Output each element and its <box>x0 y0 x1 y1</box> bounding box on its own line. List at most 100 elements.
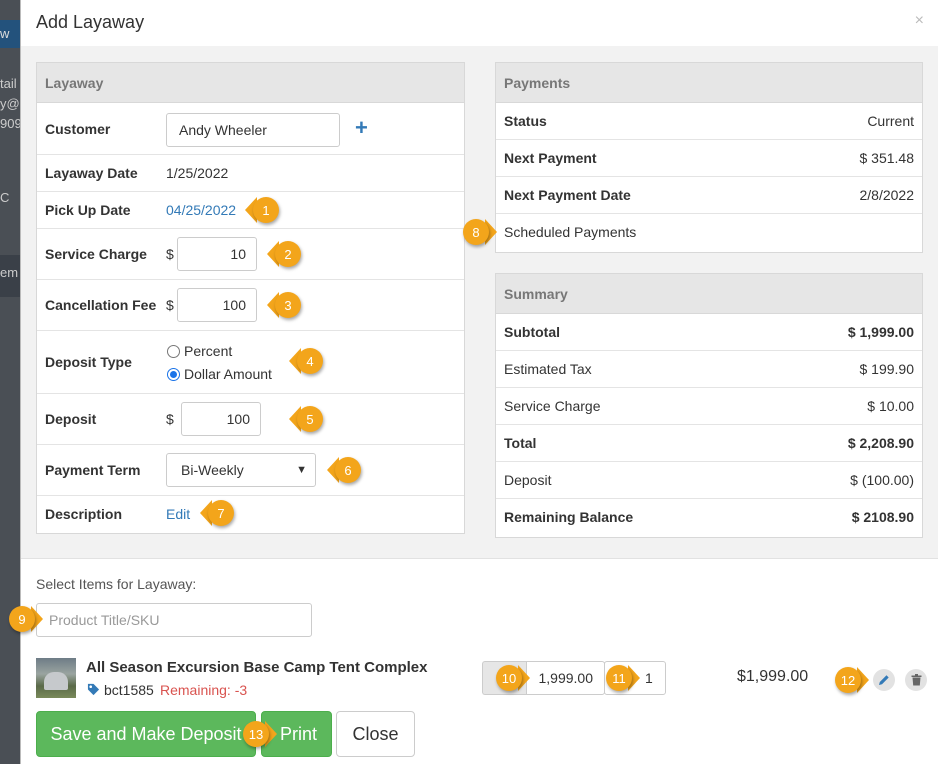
callout-2: 2 <box>267 241 301 267</box>
payment-term-label: Payment Term <box>45 462 141 478</box>
summary-row: Service Charge $ 10.00 <box>496 388 922 425</box>
price-input[interactable]: 1,999.00 <box>526 661 605 695</box>
background-text: w <box>0 26 10 41</box>
product-search-input[interactable]: Product Title/SKU <box>36 603 312 637</box>
cancellation-fee-row: Cancellation Fee $ 3 <box>37 280 464 331</box>
layaway-panel: Layaway Customer + Layaway Date 1/25/202… <box>36 62 465 534</box>
currency-symbol: $ <box>166 246 174 262</box>
payment-term-select[interactable]: Bi-Weekly ▼ <box>166 453 316 487</box>
summary-row: Subtotal $ 1,999.00 <box>496 314 922 351</box>
callout-7: 7 <box>200 500 234 526</box>
status-label: Status <box>504 113 547 129</box>
deposit-summary-value: $ (100.00) <box>850 472 914 488</box>
callout-number: 11 <box>606 665 632 691</box>
cancellation-fee-input[interactable] <box>177 288 257 322</box>
next-payment-label: Next Payment <box>504 150 597 166</box>
service-charge-input[interactable] <box>177 237 257 271</box>
currency-symbol: $ <box>166 297 174 313</box>
total-value: $ 2,208.90 <box>847 435 914 451</box>
edit-item-button[interactable] <box>873 669 895 691</box>
background-text: 909 <box>0 116 20 131</box>
payment-term-selected: Bi-Weekly <box>181 462 244 478</box>
cancellation-fee-label: Cancellation Fee <box>45 297 157 313</box>
layaway-date-value: 1/25/2022 <box>166 165 229 181</box>
currency-symbol: $ <box>166 411 174 427</box>
save-and-make-deposit-button[interactable]: Save and Make Deposit <box>36 711 256 757</box>
subtotal-label: Subtotal <box>504 324 560 340</box>
delete-item-button[interactable] <box>905 669 927 691</box>
callout-number: 7 <box>208 500 234 526</box>
next-payment-value: $ 351.48 <box>859 150 915 166</box>
percent-radio[interactable] <box>167 344 180 358</box>
pickup-date-label: Pick Up Date <box>45 202 131 218</box>
modal-title: Add Layaway <box>36 12 145 32</box>
deposit-type-percent-option[interactable]: Percent <box>167 343 232 359</box>
add-layaway-modal: Add Layaway × Layaway Customer + Layaway… <box>9 0 938 764</box>
background-text: C <box>0 190 10 205</box>
summary-panel-header: Summary <box>496 274 922 314</box>
pickup-date-link[interactable]: 04/25/2022 <box>166 202 236 218</box>
background-nav-bar: w <box>0 20 20 48</box>
background-page: w tail y@ 909 C em <box>0 0 20 764</box>
callout-number: 13 <box>243 721 269 747</box>
summary-row: Remaining Balance $ 2108.90 <box>496 499 922 536</box>
chevron-down-icon: ▼ <box>296 464 307 476</box>
callout-8: 8 <box>463 219 497 245</box>
service-charge-row: Service Charge $ 2 <box>37 229 464 280</box>
deposit-label: Deposit <box>45 411 97 427</box>
tag-icon <box>87 683 100 696</box>
callout-number: 1 <box>253 197 279 223</box>
deposit-type-label: Deposit Type <box>45 354 132 370</box>
customer-row: Customer + <box>37 103 464 155</box>
deposit-input[interactable] <box>181 402 261 436</box>
status-row: Status Current <box>496 103 922 140</box>
deposit-row: Deposit $ 5 <box>37 394 464 445</box>
add-customer-icon[interactable]: + <box>355 115 368 141</box>
callout-1: 1 <box>245 197 279 223</box>
dollar-amount-radio-label: Dollar Amount <box>184 366 272 382</box>
pickup-date-row: Pick Up Date 04/25/2022 1 <box>37 192 464 229</box>
deposit-type-dollar-option[interactable]: Dollar Amount <box>167 366 272 382</box>
select-items-label: Select Items for Layaway: <box>36 576 197 592</box>
payment-term-row: Payment Term Bi-Weekly ▼ 6 <box>37 445 464 496</box>
callout-number: 5 <box>297 406 323 432</box>
remaining-balance-value: $ 2108.90 <box>851 509 914 525</box>
background-row: em <box>0 255 20 297</box>
summary-row: Total $ 2,208.90 <box>496 425 922 462</box>
estimated-tax-label: Estimated Tax <box>504 361 592 377</box>
pencil-icon <box>879 675 889 685</box>
percent-radio-label: Percent <box>184 343 233 359</box>
payments-panel: Payments Status Current Next Payment $ 3… <box>495 62 923 253</box>
service-charge-summary-value: $ 10.00 <box>867 398 914 414</box>
customer-input[interactable] <box>166 113 340 147</box>
close-button[interactable]: Close <box>336 711 415 757</box>
remaining-balance-label: Remaining Balance <box>504 509 634 525</box>
service-charge-summary-label: Service Charge <box>504 398 601 414</box>
callout-number: 10 <box>496 665 522 691</box>
callout-4: 4 <box>289 348 323 374</box>
tent-image <box>44 672 68 690</box>
customer-label: Customer <box>45 121 111 137</box>
total-label: Total <box>504 435 537 451</box>
trash-icon <box>911 674 921 686</box>
deposit-summary-label: Deposit <box>504 472 552 488</box>
service-charge-label: Service Charge <box>45 246 147 262</box>
status-value: Current <box>867 113 914 129</box>
next-payment-date-label: Next Payment Date <box>504 187 631 203</box>
dollar-amount-radio[interactable] <box>167 367 180 381</box>
product-remaining: Remaining: -3 <box>160 682 248 698</box>
scheduled-payments-link[interactable]: Scheduled Payments <box>504 224 636 240</box>
scheduled-payments-row: Scheduled Payments <box>496 214 922 251</box>
line-total: $1,999.00 <box>737 668 809 685</box>
summary-row: Deposit $ (100.00) <box>496 462 922 499</box>
estimated-tax-value: $ 199.90 <box>859 361 915 377</box>
next-payment-row: Next Payment $ 351.48 <box>496 140 922 177</box>
callout-number: 12 <box>835 667 861 693</box>
product-title: All Season Excursion Base Camp Tent Comp… <box>86 659 428 676</box>
close-icon[interactable]: × <box>915 12 924 30</box>
layaway-date-row: Layaway Date 1/25/2022 <box>37 155 464 192</box>
callout-number: 6 <box>335 457 361 483</box>
callout-number: 9 <box>9 606 35 632</box>
layaway-panel-header: Layaway <box>37 63 464 103</box>
description-edit-link[interactable]: Edit <box>166 506 190 522</box>
